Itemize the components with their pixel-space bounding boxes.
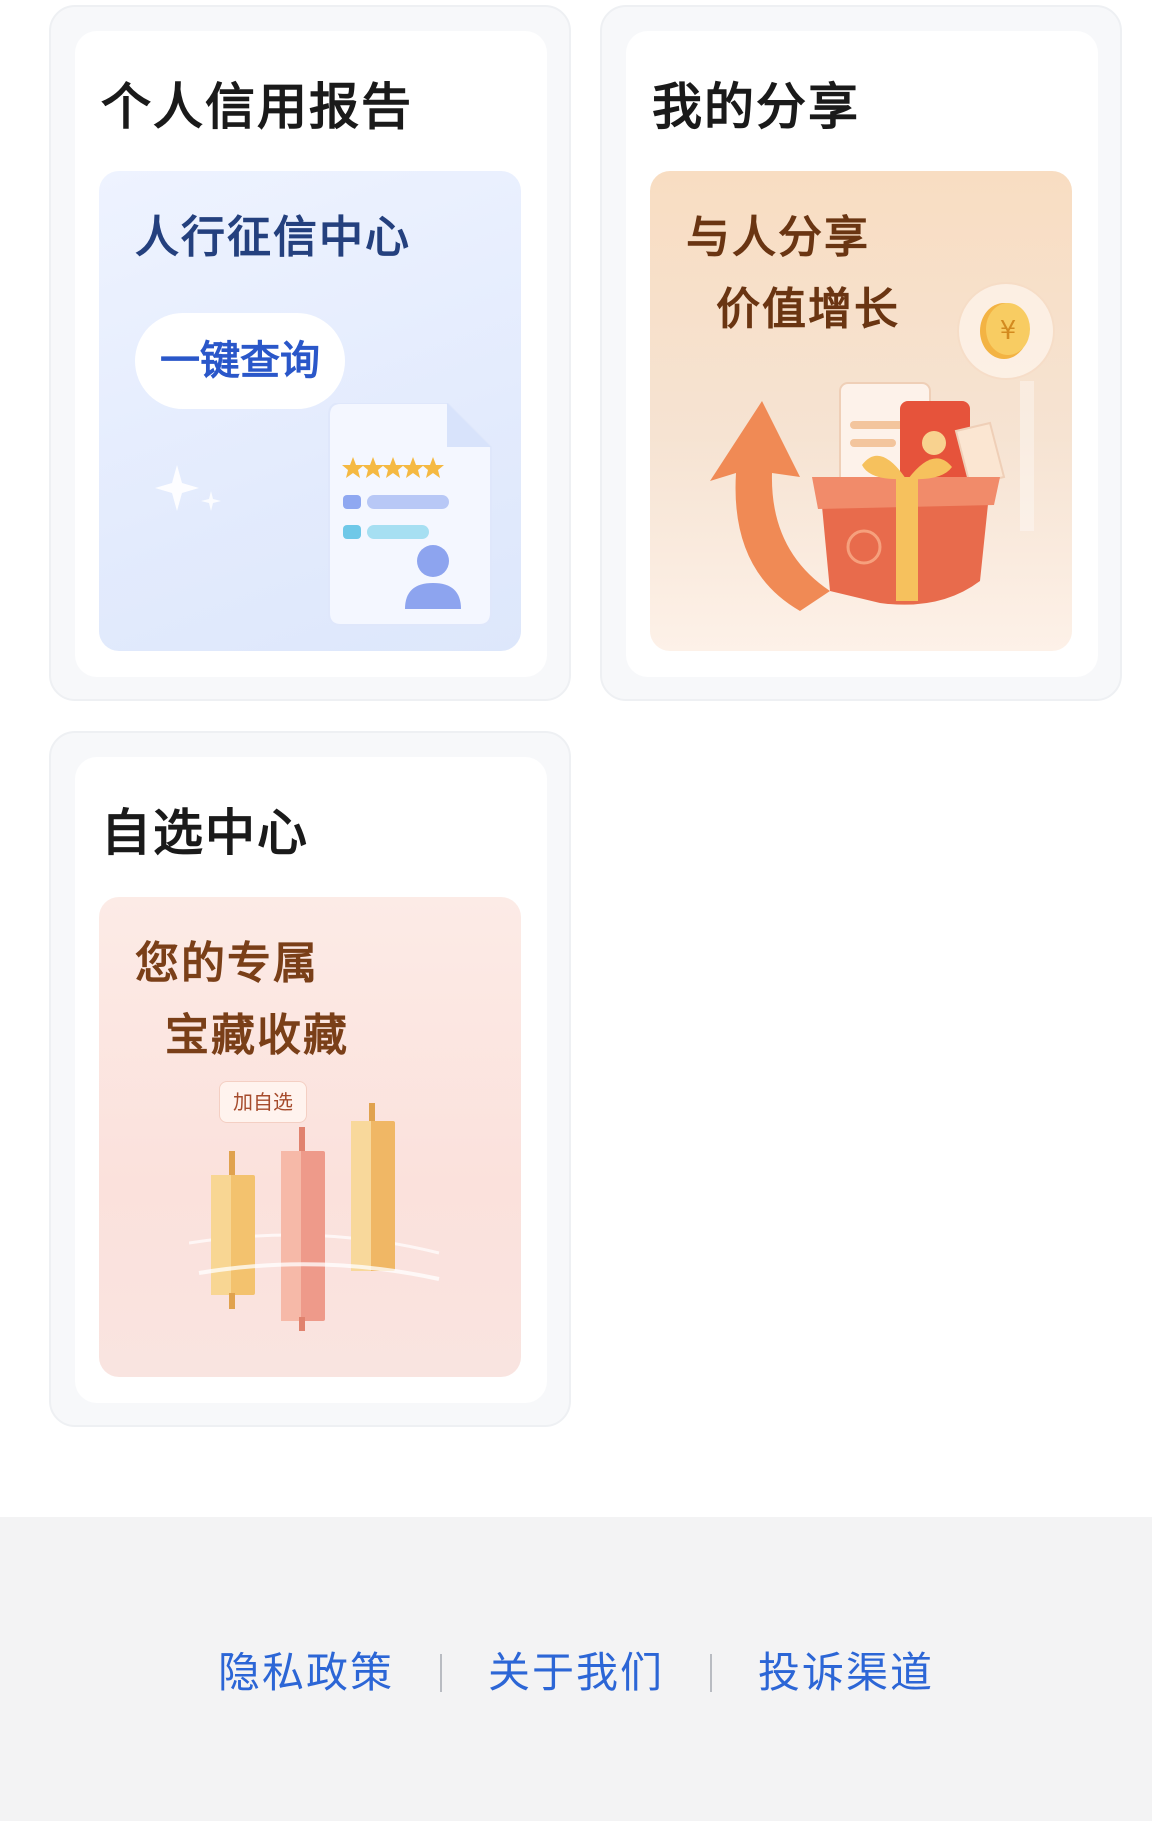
about-us-link[interactable]: 关于我们 xyxy=(488,1647,664,1699)
svg-text:¥: ¥ xyxy=(1000,316,1017,346)
credit-document-illustration xyxy=(328,403,492,626)
candlestick-illustration xyxy=(189,1103,440,1331)
privacy-policy-link[interactable]: 隐私政策 xyxy=(218,1647,394,1699)
footer-divider xyxy=(439,1654,442,1692)
credit-report-card[interactable]: 个人信用报告 人行征信中心 一键查询 xyxy=(49,5,571,701)
sparkle-icon xyxy=(155,465,221,511)
share-line1: 与人分享 xyxy=(686,212,870,263)
my-share-card[interactable]: 我的分享 与人分享 价值增长 ¥ xyxy=(600,5,1122,701)
footer: 隐私政策 关于我们 投诉渠道 xyxy=(0,1517,1152,1821)
share-line2: 价值增长 xyxy=(716,284,900,335)
my-share-card-inner: 我的分享 与人分享 价值增长 ¥ xyxy=(626,31,1098,677)
watchlist-card[interactable]: 自选中心 您的专属 宝藏收藏 加自选 xyxy=(49,731,571,1427)
footer-links: 隐私政策 关于我们 投诉渠道 xyxy=(0,1647,1152,1699)
coin-icon: ¥ xyxy=(957,282,1055,380)
gift-box-illustration xyxy=(710,381,1034,611)
my-share-title: 我的分享 xyxy=(652,78,860,136)
credit-report-banner[interactable]: 人行征信中心 一键查询 xyxy=(99,171,521,651)
watchlist-card-inner: 自选中心 您的专属 宝藏收藏 加自选 xyxy=(75,757,547,1403)
footer-divider xyxy=(710,1654,712,1692)
credit-report-card-inner: 个人信用报告 人行征信中心 一键查询 xyxy=(75,31,547,677)
credit-center-label: 人行征信中心 xyxy=(135,212,411,263)
watchlist-banner[interactable]: 您的专属 宝藏收藏 加自选 xyxy=(99,897,521,1377)
watchlist-title: 自选中心 xyxy=(101,804,309,862)
watch-line2: 宝藏收藏 xyxy=(165,1010,349,1061)
complaint-channel-link[interactable]: 投诉渠道 xyxy=(758,1647,934,1699)
watch-line1: 您的专属 xyxy=(135,938,319,989)
my-share-banner[interactable]: 与人分享 价值增长 ¥ xyxy=(650,171,1072,651)
credit-report-title: 个人信用报告 xyxy=(101,78,413,136)
one-click-query-button[interactable]: 一键查询 xyxy=(135,313,345,409)
